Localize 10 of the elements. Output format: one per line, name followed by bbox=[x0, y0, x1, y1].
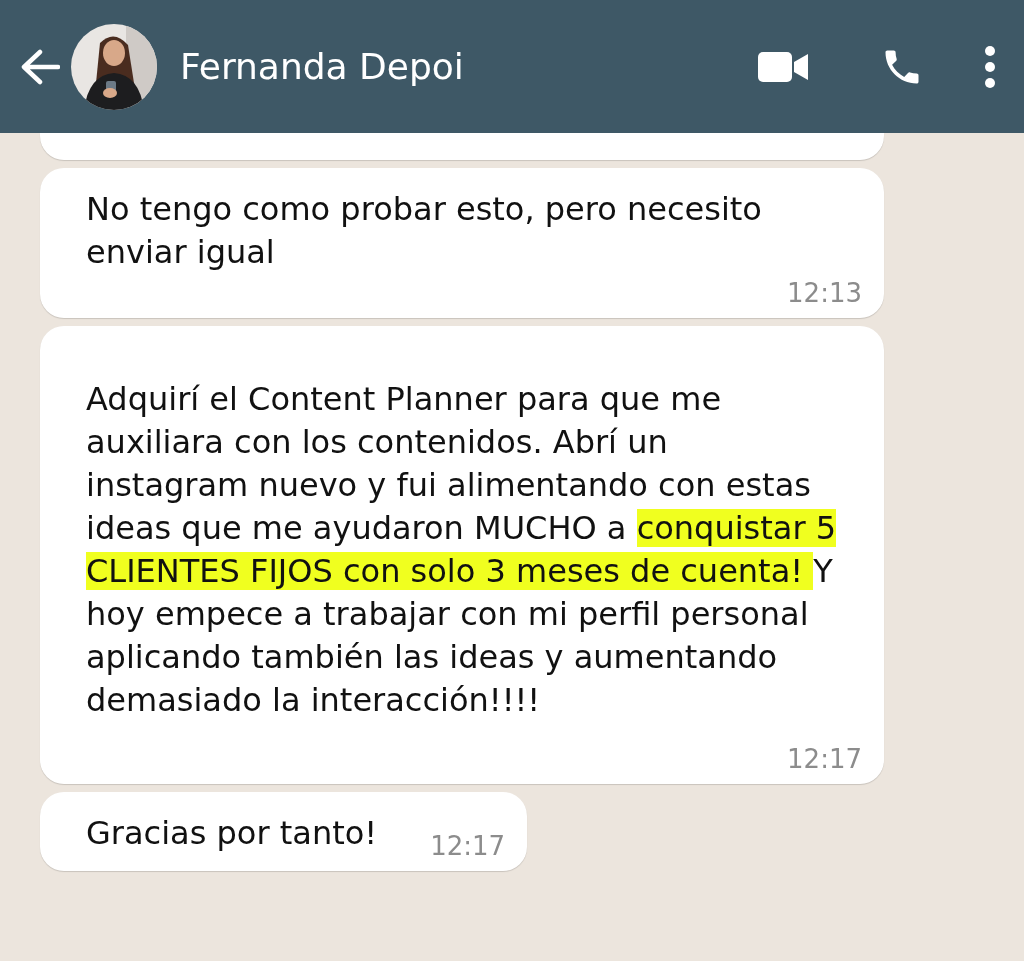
message-text: Adquirí el Content Planner para que me auxiliara con los contenidos. Abrí un instagram nuevo y fui alimentando con estas ideas que me ayudaron MUCHO a conquistar 5 CLIENTES FIJOS con solo 3 meses de cuenta! Y hoy empece a trabajar con mi perfil personal aplicando también las ideas y aumentando demasiado la interacción!!!! bbox=[86, 379, 838, 721]
message-time: 12:13 bbox=[787, 278, 862, 308]
contact-name[interactable]: Fernanda Depoi bbox=[180, 46, 464, 87]
more-options-icon[interactable] bbox=[984, 44, 996, 89]
back-arrow-icon[interactable] bbox=[20, 48, 60, 85]
message-time: 12:17 bbox=[430, 831, 506, 861]
message-text: Gracias por tanto! bbox=[86, 813, 378, 854]
video-camera-icon[interactable] bbox=[758, 49, 810, 84]
message-time: 12:17 bbox=[787, 744, 862, 774]
message-text: No tengo como probar esto, pero necesito enviar igual bbox=[86, 189, 763, 273]
